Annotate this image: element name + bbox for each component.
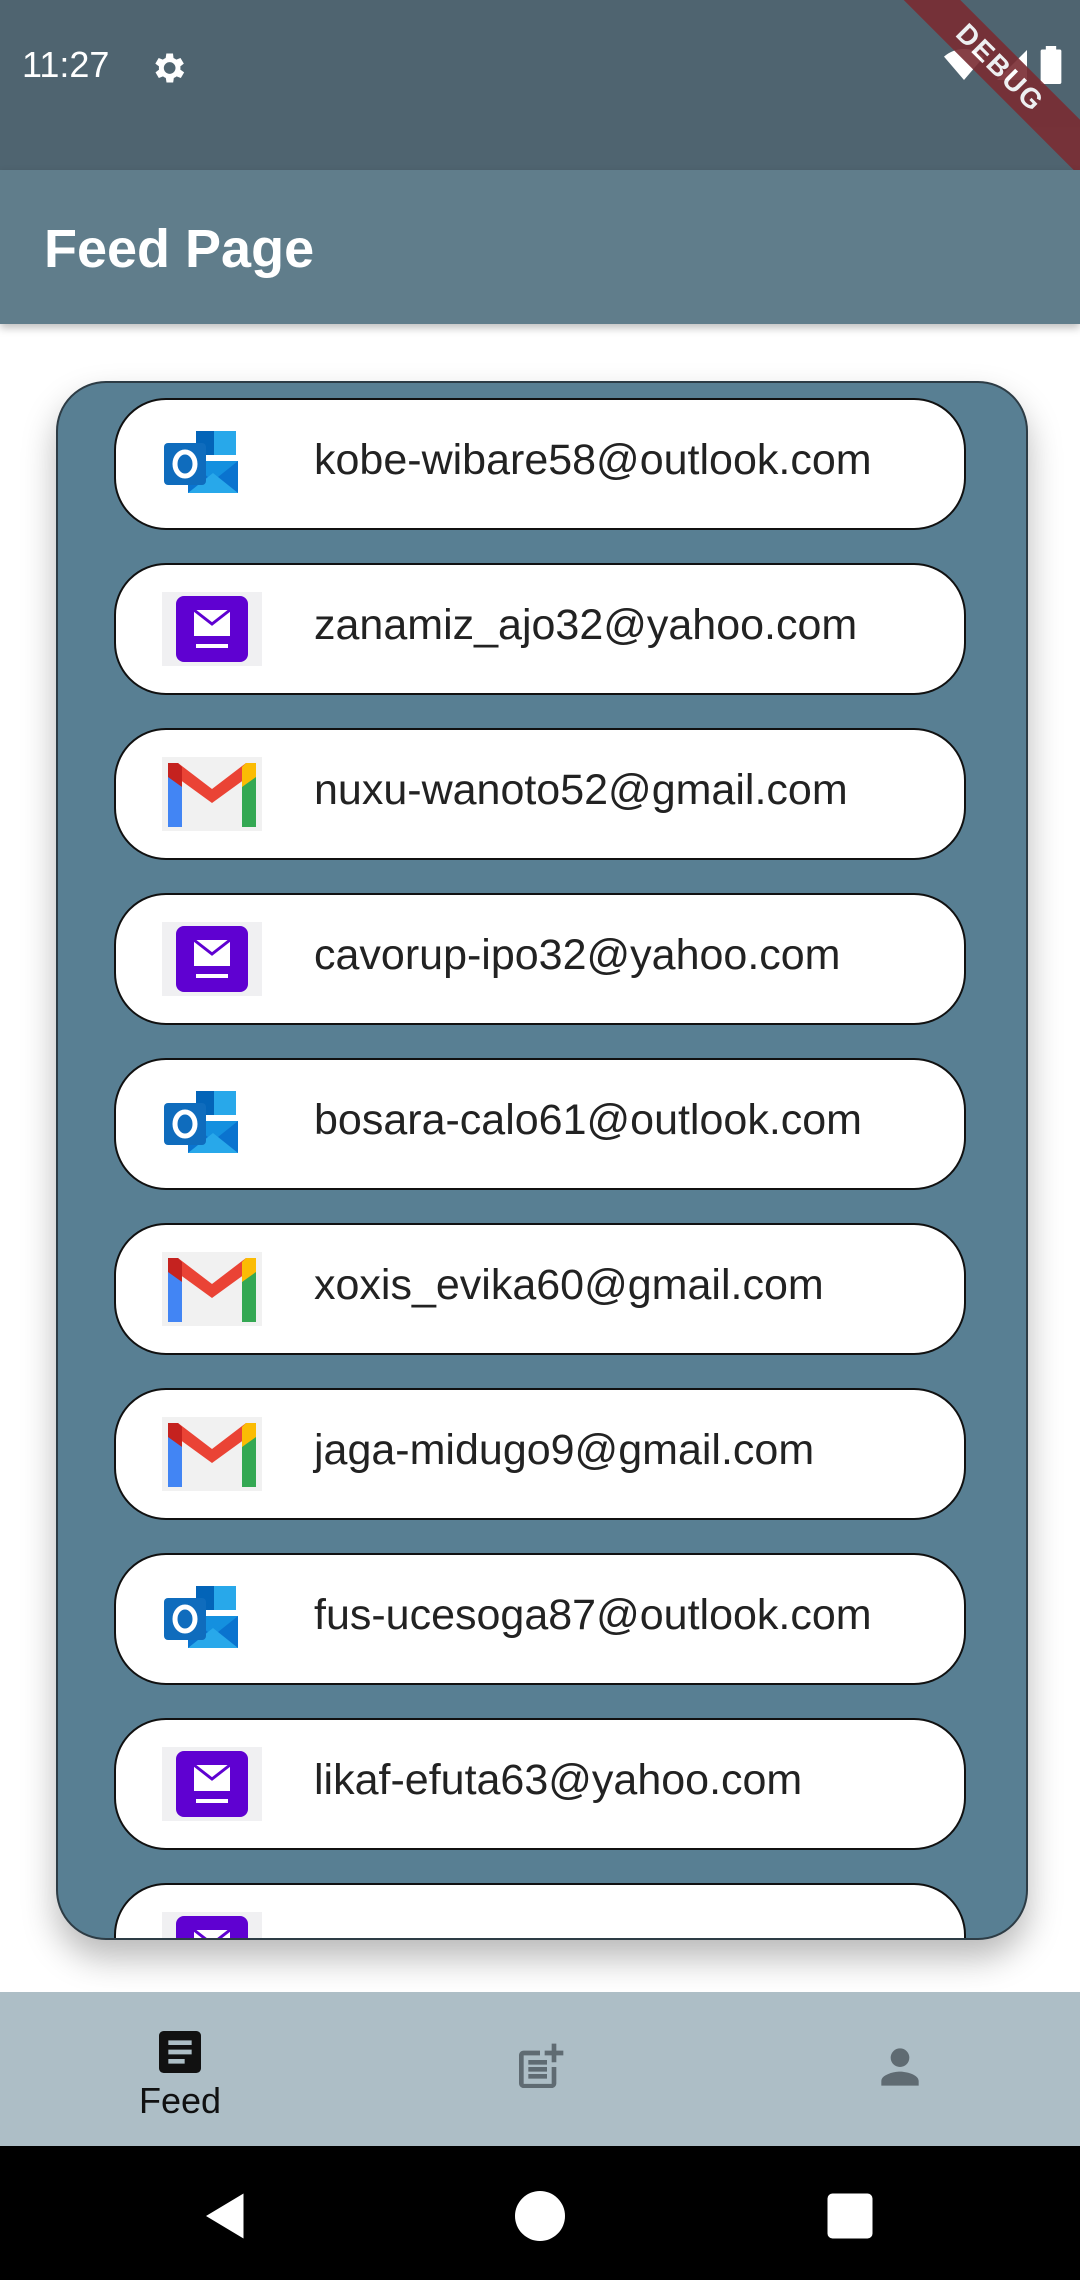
nav-item-feed[interactable]: Feed [0, 1992, 360, 2146]
outlook-icon [162, 1582, 262, 1656]
email-address: nuxu-wanoto52@gmail.com [314, 766, 848, 814]
email-list-item[interactable]: xoxis_evika60@gmail.com [114, 1223, 966, 1355]
email-list-item[interactable]: fus-ucesoga87@outlook.com [114, 1553, 966, 1685]
gmail-icon [162, 1252, 262, 1326]
person-icon [881, 2048, 919, 2086]
battery-icon [1040, 46, 1062, 84]
yahoo-icon [162, 1912, 262, 1940]
app-bar: Feed Page [0, 170, 1080, 324]
home-icon[interactable] [510, 2186, 570, 2246]
nav-label-feed: Feed [138, 2080, 222, 2121]
yahoo-icon [162, 592, 262, 666]
email-address: jaga-midugo9@gmail.com [314, 1426, 815, 1474]
back-icon[interactable] [196, 2186, 256, 2246]
email-address: fus-ucesoga87@outlook.com [314, 1591, 872, 1639]
post-add-icon [519, 2043, 564, 2088]
outlook-icon [162, 427, 262, 501]
email-address: likaf-efuta63@yahoo.com [314, 1756, 803, 1804]
email-address: cavorup-ipo32@yahoo.com [314, 931, 841, 979]
email-list-item[interactable] [114, 1883, 966, 1940]
debug-banner: DEBUG [879, 0, 1080, 189]
status-time: 11:27 [22, 44, 110, 85]
status-bar: 11:27 DEBUG [0, 0, 1080, 189]
email-list-item[interactable]: zanamiz_ajo32@yahoo.com [114, 563, 966, 695]
email-address: bosara-calo61@outlook.com [314, 1096, 862, 1144]
email-address: kobe-wibare58@outlook.com [314, 436, 872, 484]
system-navigation-bar [0, 2146, 1080, 2280]
gmail-icon [162, 1417, 262, 1491]
article-icon [159, 2031, 201, 2073]
email-list-item[interactable]: kobe-wibare58@outlook.com [114, 398, 966, 530]
nav-item-profile[interactable] [720, 1992, 1080, 2146]
gear-icon [155, 53, 185, 83]
feed-card[interactable]: kobe-wibare58@outlook.com zanamiz_ajo32@… [56, 381, 1028, 1940]
yahoo-icon [162, 1747, 262, 1821]
email-list-item[interactable]: bosara-calo61@outlook.com [114, 1058, 966, 1190]
page-title: Feed Page [44, 219, 315, 279]
email-list-item[interactable]: jaga-midugo9@gmail.com [114, 1388, 966, 1520]
email-address: zanamiz_ajo32@yahoo.com [314, 601, 858, 649]
nav-item-add-post[interactable] [360, 1992, 720, 2146]
email-list-item[interactable]: likaf-efuta63@yahoo.com [114, 1718, 966, 1850]
yahoo-icon [162, 922, 262, 996]
email-list-item[interactable]: nuxu-wanoto52@gmail.com [114, 728, 966, 860]
bottom-navigation: Feed [0, 1992, 1080, 2146]
gmail-icon [162, 757, 262, 831]
outlook-icon [162, 1087, 262, 1161]
email-address: xoxis_evika60@gmail.com [314, 1261, 824, 1309]
email-list: kobe-wibare58@outlook.com zanamiz_ajo32@… [114, 398, 970, 1940]
recents-icon[interactable] [820, 2186, 880, 2246]
email-list-item[interactable]: cavorup-ipo32@yahoo.com [114, 893, 966, 1025]
